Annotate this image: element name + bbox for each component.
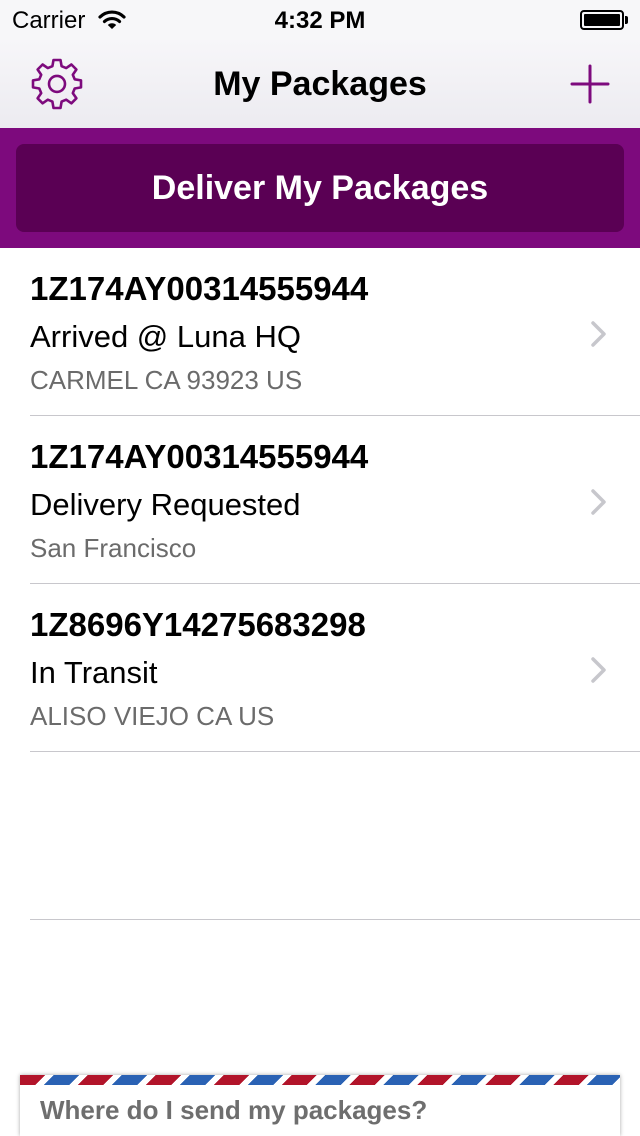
plus-icon[interactable] bbox=[566, 60, 614, 108]
status-time: 4:32 PM bbox=[274, 7, 366, 34]
status-bar: Carrier 4:32 PM bbox=[0, 0, 640, 40]
package-status: Arrived @ Luna HQ bbox=[30, 319, 301, 354]
package-location: ALISO VIEJO CA US bbox=[30, 701, 275, 731]
empty-row bbox=[0, 752, 640, 920]
package-location: CARMEL CA 93923 US bbox=[30, 365, 303, 395]
package-list: 1Z174AY00314555944 Arrived @ Luna HQ CAR… bbox=[0, 248, 640, 920]
package-status: In Transit bbox=[30, 655, 158, 690]
deliver-banner: Deliver My Packages bbox=[0, 128, 640, 248]
address-envelope[interactable]: Where do I send my packages? bbox=[20, 1075, 620, 1136]
chevron-right-icon bbox=[591, 321, 606, 347]
package-row[interactable]: 1Z174AY00314555944 Delivery Requested Sa… bbox=[0, 416, 640, 584]
tracking-number: 1Z174AY00314555944 bbox=[30, 270, 369, 307]
battery-icon bbox=[580, 10, 628, 30]
deliver-my-packages-button[interactable]: Deliver My Packages bbox=[16, 144, 624, 232]
chevron-right-icon bbox=[591, 657, 606, 683]
airmail-stripe bbox=[20, 1075, 620, 1085]
package-status: Delivery Requested bbox=[30, 487, 301, 522]
row-divider bbox=[30, 919, 640, 920]
address-prompt: Where do I send my packages? bbox=[40, 1095, 428, 1125]
package-row[interactable]: 1Z174AY00314555944 Arrived @ Luna HQ CAR… bbox=[0, 248, 640, 416]
page-title: My Packages bbox=[213, 65, 427, 103]
package-location: San Francisco bbox=[30, 533, 197, 563]
navigation-bar: My Packages bbox=[0, 40, 640, 128]
package-row[interactable]: 1Z8696Y14275683298 In Transit ALISO VIEJ… bbox=[0, 584, 640, 752]
tracking-number: 1Z8696Y14275683298 bbox=[30, 606, 366, 643]
chevron-right-icon bbox=[591, 489, 606, 515]
tracking-number: 1Z174AY00314555944 bbox=[30, 438, 369, 475]
